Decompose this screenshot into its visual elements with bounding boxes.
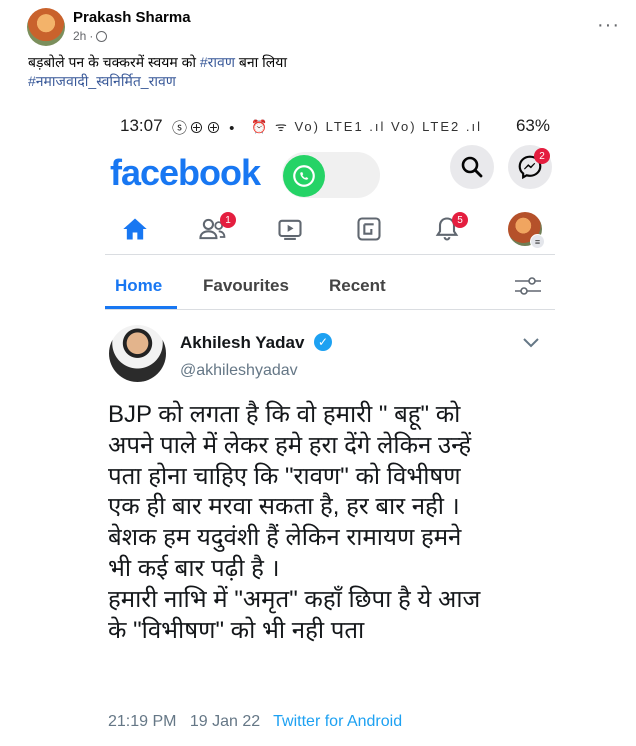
tweet-author-avatar [109,325,166,382]
post-time[interactable]: 2h [73,29,86,43]
tweet-footer: 21:19 PM 19 Jan 22 Twitter for Android [108,713,402,731]
tweet-author-name: Akhilesh Yadav [180,333,305,352]
post-header: Prakash Sharma 2h · ··· बड़बोले पन के चक… [0,0,636,104]
tweet-date: 19 Jan 22 [189,713,261,730]
status-time: 13:07 [120,116,163,135]
tweet-line: भी कई बार पढ़ी है । [108,554,280,582]
tweet-author-handle: @akhileshyadav [180,362,298,379]
tweet-line: BJP को लगता है कि वो हमारी " बहू" को [108,401,461,428]
tab-home: Home [115,276,163,295]
nav-divider [105,254,555,255]
search-icon [450,145,494,189]
tab-favourites: Favourites [203,276,289,295]
status-battery: 63% [515,116,550,135]
profile-menu-icon: ≡ [505,210,545,249]
post-text-prefix: बड़बोले पन के चक्करमें स्वयम को [28,54,200,70]
tweet-line: के "विभीषण" को भी नही पता [108,616,365,644]
hashtag-link-ravan[interactable]: #रावण [200,54,235,70]
tab-recent: Recent [329,276,386,295]
status-signal-icons: ⏰ ᯤ Vo) LTE1 .ıl Vo) LTE2 .ıl [251,119,482,134]
shared-screenshot[interactable]: 13:07 ⓢ⊕⊕ • ⏰ ᯤ Vo) LTE1 .ıl Vo) LTE2 .ı… [0,104,636,746]
filter-icon [513,274,543,304]
phone-status-bar: 13:07 ⓢ⊕⊕ • ⏰ ᯤ Vo) LTE1 .ıl Vo) LTE2 .ı… [120,114,550,138]
tweet-line: बेशक हम यदुवंशी हैं लेकिन रामायण हमने [108,524,462,552]
tweet-time: 21:19 PM [108,713,177,730]
globe-icon [96,30,108,42]
facebook-logo: facebook [110,152,261,193]
tweet-text: BJP को लगता है कि वो हमारी " बहू" को अपन… [108,400,548,646]
whatsapp-icon [283,155,325,197]
chevron-down-icon [522,333,540,354]
hashtag-link-namajwadi[interactable]: #नमाजवादी_स्वनिर्मित_रावण [28,72,287,91]
feed-tabs: Home Favourites Recent [105,264,555,310]
post-text-suffix: बना लिया [234,54,287,70]
gaming-icon [349,210,389,248]
tweet-line: पता होना चाहिए कि "रावण" को विभीषण [108,462,461,490]
tweet-line: अपने पाले में लेकर हमे हरा देंगे लेकिन उ… [108,431,472,459]
messenger-badge: 2 [534,148,550,164]
watch-icon [270,210,310,248]
verified-badge-icon: ✓ [314,333,332,351]
tweet-line: एक ही बार मरवा सकता है, हर बार नही । [108,493,460,521]
status-notification-icons: ⓢ⊕⊕ • [172,120,237,137]
home-icon [115,210,155,248]
more-options-button[interactable]: ··· [597,14,620,37]
tabs-divider [105,309,555,310]
post-text: बड़बोले पन के चक्करमें स्वयम को #रावण बन… [28,53,287,91]
app-nav-bar: 1 5 ≡ [105,200,555,260]
friends-badge: 1 [220,212,236,228]
post-author-name[interactable]: Prakash Sharma [73,9,191,26]
notifications-badge: 5 [452,212,468,228]
tweet-line: हमारी नाभि में "अमृत" कहाँ छिपा है ये आज [108,585,481,613]
author-avatar[interactable] [27,8,65,46]
tweet-source: Twitter for Android [273,713,403,730]
post-meta: 2h · [73,29,108,43]
